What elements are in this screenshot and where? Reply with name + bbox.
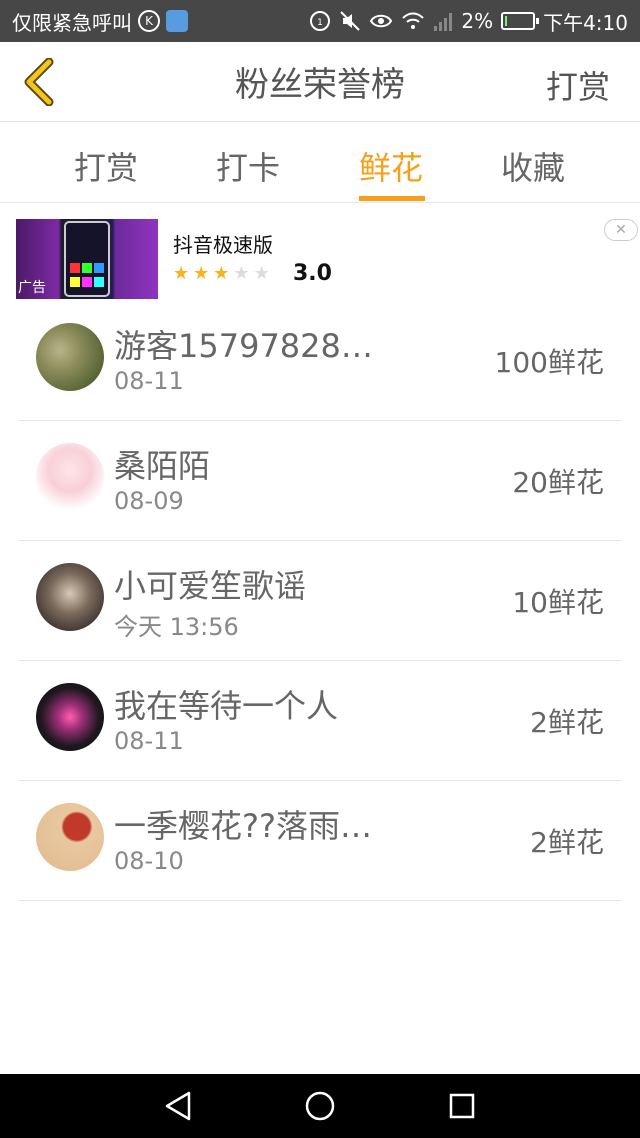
- fan-date: 08-09: [114, 487, 184, 515]
- star-filled-icon: ★: [173, 263, 190, 284]
- reward-button[interactable]: 打赏: [546, 62, 610, 108]
- ad-label: 广告: [18, 280, 46, 296]
- fan-list: 游客15797828… 08-11 100鲜花 桑陌陌 08-09 20鲜花 小…: [18, 301, 622, 901]
- flower-count: 2鲜花: [530, 706, 604, 739]
- wifi-icon: [401, 10, 425, 32]
- fan-name: 一季樱花??落雨…: [114, 807, 372, 845]
- ad-game-screen: [64, 221, 110, 297]
- fan-name: 游客15797828…: [114, 327, 373, 365]
- flower-count: 2鲜花: [530, 826, 604, 859]
- hd-call-icon: 1: [309, 10, 331, 32]
- k-badge-icon: K: [138, 10, 160, 32]
- list-item[interactable]: 桑陌陌 08-09 20鲜花: [18, 421, 622, 541]
- nav-home-button[interactable]: [302, 1088, 338, 1124]
- avatar[interactable]: [36, 803, 104, 871]
- avatar[interactable]: [36, 443, 104, 511]
- battery-percent: 2%: [461, 9, 494, 33]
- back-button[interactable]: [14, 56, 64, 108]
- tab-reward[interactable]: 打赏: [74, 143, 138, 189]
- star-filled-icon: ★: [193, 263, 210, 284]
- status-bar: 仅限紧急呼叫 K 1 2% 下午4:10: [0, 0, 640, 42]
- app-icon: [166, 10, 188, 32]
- svg-text:1: 1: [317, 18, 323, 28]
- avatar[interactable]: [36, 683, 104, 751]
- battery-fill: [505, 16, 508, 26]
- avatar[interactable]: [36, 563, 104, 631]
- list-item[interactable]: 游客15797828… 08-11 100鲜花: [18, 301, 622, 421]
- signal-icon: [433, 10, 453, 32]
- page-header: 粉丝荣誉榜 打赏: [0, 42, 640, 122]
- battery-icon: [501, 12, 540, 30]
- nav-back-button[interactable]: [160, 1088, 196, 1124]
- status-emergency-text: 仅限紧急呼叫: [12, 10, 132, 35]
- flower-count: 100鲜花: [494, 346, 604, 379]
- fan-date: 08-11: [114, 367, 184, 395]
- nav-recents-button[interactable]: [444, 1088, 480, 1124]
- active-tab-indicator: [359, 196, 425, 201]
- ad-close-button[interactable]: ✕: [604, 219, 638, 241]
- ad-star-rating: ★ ★ ★ ★ ★: [173, 263, 270, 285]
- list-item[interactable]: 小可爱笙歌谣 今天 13:56 10鲜花: [18, 541, 622, 661]
- fan-name: 小可爱笙歌谣: [114, 567, 307, 605]
- avatar[interactable]: [36, 323, 104, 391]
- mute-icon: [339, 10, 361, 32]
- status-time: 下午4:10: [543, 10, 628, 35]
- fan-date: 今天 13:56: [114, 613, 239, 641]
- circle-home-icon: [305, 1091, 335, 1121]
- fan-date: 08-11: [114, 727, 184, 755]
- fan-name: 桑陌陌: [114, 447, 211, 485]
- ad-rating-value: 3.0: [293, 261, 332, 286]
- tab-flowers[interactable]: 鲜花: [359, 143, 423, 189]
- tab-favorites[interactable]: 收藏: [501, 143, 565, 189]
- close-icon: ✕: [615, 222, 627, 238]
- star-empty-icon: ★: [233, 263, 250, 284]
- ad-app-name[interactable]: 抖音极速版: [173, 229, 273, 258]
- triangle-back-icon: [165, 1091, 191, 1121]
- flower-count: 20鲜花: [512, 466, 604, 499]
- tab-bar: 打赏 打卡 鲜花 收藏: [0, 123, 640, 203]
- list-item[interactable]: 一季樱花??落雨… 08-10 2鲜花: [18, 781, 622, 901]
- star-empty-icon: ★: [253, 263, 270, 284]
- fan-date: 08-10: [114, 847, 184, 875]
- ad-banner[interactable]: 广告 抖音极速版 ★ ★ ★ ★ ★ 3.0 ✕: [16, 219, 638, 301]
- system-nav-bar: [0, 1074, 640, 1138]
- page-title: 粉丝荣誉榜: [235, 65, 405, 105]
- chevron-left-icon: [24, 58, 54, 106]
- fan-name: 我在等待一个人: [114, 687, 339, 725]
- tab-checkin[interactable]: 打卡: [216, 143, 280, 189]
- eye-icon: [369, 10, 393, 32]
- list-item[interactable]: 我在等待一个人 08-11 2鲜花: [18, 661, 622, 781]
- ad-thumbnail[interactable]: 广告: [16, 219, 158, 299]
- square-recents-icon: [449, 1093, 475, 1119]
- star-filled-icon: ★: [213, 263, 230, 284]
- flower-count: 10鲜花: [512, 586, 604, 619]
